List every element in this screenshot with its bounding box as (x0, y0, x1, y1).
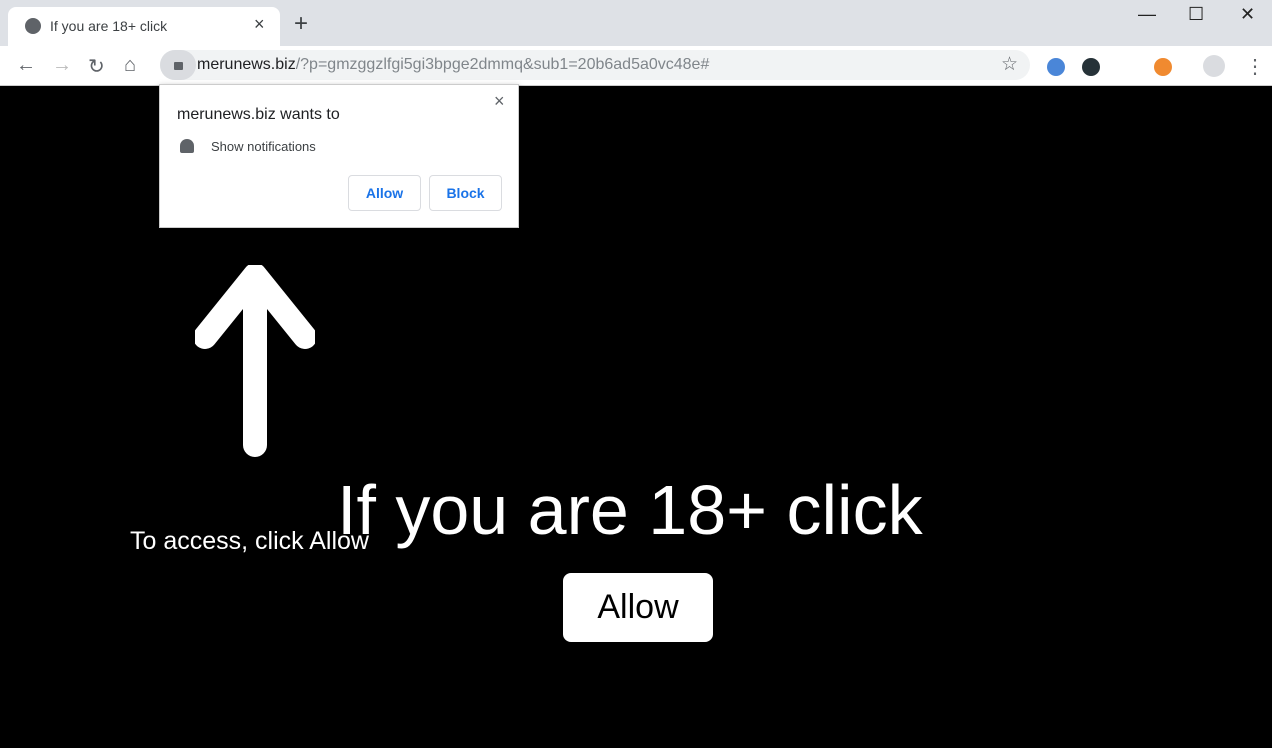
minimize-button[interactable]: — (1138, 4, 1156, 25)
address-bar[interactable]: merunews.biz/?p=gmzggzlfgi5gi3bpge2dmmq&… (160, 50, 1030, 80)
page-allow-button[interactable]: Allow (563, 573, 713, 642)
window-close-button[interactable]: ✕ (1240, 4, 1255, 25)
new-tab-button[interactable]: + (294, 10, 308, 38)
home-button[interactable]: ⌂ (124, 54, 136, 77)
blue-extension-icon[interactable] (1047, 58, 1065, 76)
tab-bar: If you are 18+ click × + — ☐ ✕ (0, 0, 1272, 46)
up-arrow-icon (195, 265, 315, 457)
a-extension-icon[interactable] (1082, 58, 1100, 76)
forward-button[interactable]: → (52, 54, 72, 77)
tab-close-icon[interactable]: × (254, 14, 265, 35)
bird-extension-icon[interactable] (1154, 58, 1172, 76)
dialog-close-icon[interactable]: × (494, 91, 505, 112)
reload-button[interactable]: ↻ (88, 54, 105, 79)
bell-icon (180, 139, 194, 153)
toolbar: ← → ↻ ⌂ merunews.biz/?p=gmzggzlfgi5gi3bp… (0, 46, 1272, 86)
globe-icon (25, 18, 41, 34)
menu-button[interactable]: ⋮ (1245, 54, 1265, 79)
back-button[interactable]: ← (16, 54, 36, 77)
maximize-button[interactable]: ☐ (1188, 4, 1204, 25)
site-info-button[interactable] (160, 50, 196, 80)
lock-icon (174, 62, 183, 70)
tab-title: If you are 18+ click (50, 18, 168, 34)
allow-button[interactable]: Allow (348, 175, 421, 211)
permission-text: Show notifications (211, 139, 316, 154)
dialog-title: merunews.biz wants to (177, 106, 340, 123)
notification-permission-dialog: merunews.biz wants to × Show notificatio… (159, 84, 519, 228)
page-headline: If you are 18+ click (337, 471, 923, 549)
url-text[interactable]: merunews.biz/?p=gmzggzlfgi5gi3bpge2dmmq&… (197, 56, 709, 74)
profile-avatar[interactable] (1203, 55, 1225, 77)
tab-active[interactable]: If you are 18+ click × (8, 7, 280, 46)
block-button[interactable]: Block (429, 175, 502, 211)
access-instruction: To access, click Allow (130, 527, 369, 555)
bookmark-star-icon[interactable]: ☆ (1001, 53, 1018, 76)
